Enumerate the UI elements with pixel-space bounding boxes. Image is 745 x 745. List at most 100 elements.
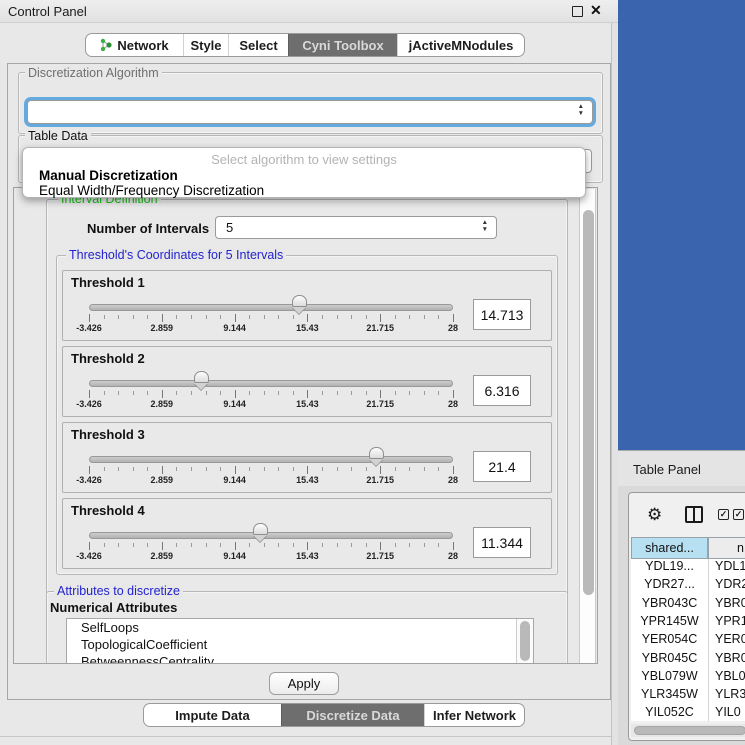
tab-impute-data[interactable]: Impute Data [144, 704, 281, 726]
cell-shared-name: YDL19... [631, 559, 708, 573]
table-row[interactable]: YPR145WYPR1 [631, 614, 745, 632]
panel-splitter[interactable] [611, 23, 618, 745]
slider-track[interactable] [89, 532, 453, 539]
tab-select[interactable]: Select [228, 34, 288, 56]
table-row[interactable]: YDL19...YDL1 [631, 559, 745, 577]
threshold-value-field[interactable]: 21.4 [473, 451, 531, 482]
list-scrollbar-thumb[interactable] [520, 621, 530, 661]
slider-track[interactable] [89, 456, 453, 463]
tick-mark [278, 543, 279, 547]
cyni-toolbox-content: Discretization Algorithm ▲▼ Select algor… [7, 63, 611, 700]
table-data-group-title: Table Data [25, 129, 91, 143]
column-header-name[interactable]: n [708, 537, 745, 559]
threshold-value-field[interactable]: 11.344 [473, 527, 531, 558]
tick-mark [409, 315, 410, 319]
threshold-label: Threshold 2 [71, 351, 145, 366]
tick-label: 9.144 [223, 323, 246, 333]
tick-mark [351, 391, 352, 395]
table-row[interactable]: YBR043CYBR0 [631, 596, 745, 614]
dropdown-option-manual-discretization[interactable]: Manual Discretization [26, 168, 584, 184]
panel-scrollbar-thumb[interactable] [583, 210, 594, 595]
threshold-value-field[interactable]: 6.316 [473, 375, 531, 406]
tab-network[interactable]: Network [86, 34, 183, 56]
table-row[interactable]: YBR045CYBR0 [631, 651, 745, 669]
cell-name: YIL0 [715, 705, 741, 719]
tick-mark [133, 391, 134, 395]
slider-thumb[interactable] [194, 371, 209, 383]
float-window-icon[interactable] [572, 6, 583, 17]
horizontal-scrollbar[interactable] [631, 724, 745, 737]
tick-label: 21.715 [366, 323, 394, 333]
list-item-selfloops[interactable]: SelfLoops [67, 619, 533, 636]
tick-mark [395, 315, 396, 319]
tick-mark [147, 315, 148, 319]
slider-thumb[interactable] [253, 523, 268, 535]
slider-thumb[interactable] [369, 447, 384, 459]
tick-mark [264, 543, 265, 547]
tick-mark [176, 543, 177, 547]
tick-label: 2.859 [151, 399, 174, 409]
tick-mark [264, 467, 265, 471]
combo-stepper-icon[interactable]: ▲▼ [578, 103, 584, 118]
tick-mark [307, 390, 308, 398]
network-window-frame [618, 0, 745, 450]
tick-label: 15.43 [296, 551, 319, 561]
tick-mark [176, 315, 177, 319]
tick-mark [206, 315, 207, 319]
tick-mark [89, 542, 90, 550]
tick-mark [453, 542, 454, 550]
tab-cyni-toolbox[interactable]: Cyni Toolbox [288, 34, 397, 56]
tick-mark [438, 467, 439, 471]
dropdown-option-equal-width-frequency[interactable]: Equal Width/Frequency Discretization [26, 183, 584, 199]
apply-button[interactable]: Apply [269, 672, 339, 695]
tick-mark [424, 543, 425, 547]
numerical-attributes-list[interactable]: SelfLoopsTopologicalCoefficientBetweenne… [66, 618, 534, 664]
close-icon[interactable]: ✕ [590, 2, 602, 19]
threshold-panel-1: Threshold 1-3.4262.8599.14415.4321.71528… [62, 270, 552, 341]
table-row[interactable]: YBL079WYBL0 [631, 669, 745, 687]
control-panel: Control Panel ✕ NetworkStyleSelectCyni T… [0, 0, 618, 745]
tab-style[interactable]: Style [183, 34, 228, 56]
list-item-betweennesscentrality[interactable]: BetweennessCentrality [67, 653, 533, 664]
tick-mark [293, 543, 294, 547]
tab-label: Style [190, 38, 221, 53]
number-of-intervals-value: 5 [226, 220, 233, 235]
tick-mark [249, 543, 250, 547]
tick-mark [104, 467, 105, 471]
list-item-topologicalcoefficient[interactable]: TopologicalCoefficient [67, 636, 533, 653]
tick-mark [206, 391, 207, 395]
tick-mark [409, 543, 410, 547]
slider-track[interactable] [89, 304, 453, 311]
column-header-shared-name[interactable]: shared... [631, 537, 708, 559]
tick-label: 9.144 [223, 475, 246, 485]
checkbox-icon[interactable]: ✓ [733, 509, 744, 520]
number-of-intervals-combobox[interactable]: 5 ▲▼ [215, 216, 497, 239]
table-row[interactable]: YLR345WYLR3 [631, 687, 745, 705]
slider-track[interactable] [89, 380, 453, 387]
tick-label: 2.859 [151, 323, 174, 333]
tick-mark [380, 542, 381, 550]
tick-mark [191, 315, 192, 319]
tab-jactivemnodules[interactable]: jActiveMNodules [397, 34, 524, 56]
slider-thumb[interactable] [292, 295, 307, 307]
threshold-value-field[interactable]: 14.713 [473, 299, 531, 330]
checkbox-icon[interactable]: ✓ [718, 509, 729, 520]
tick-mark [380, 390, 381, 398]
cell-name: YBR0 [715, 596, 745, 610]
list-scrollbar[interactable] [516, 619, 533, 663]
panel-scrollbar[interactable] [579, 189, 596, 664]
table-row[interactable]: YDR27...YDR2 [631, 577, 745, 595]
table-row[interactable]: YER054CYER0 [631, 632, 745, 650]
tab-discretize-data[interactable]: Discretize Data [281, 704, 424, 726]
tick-mark [118, 467, 119, 471]
gear-icon[interactable]: ⚙ [647, 505, 662, 525]
combo-stepper-icon[interactable]: ▲▼ [482, 219, 488, 234]
node-table: ⚙ ✓ ✓ shared... n YDL19...YDL1YDR27...YD… [628, 492, 745, 741]
split-view-icon[interactable] [685, 506, 703, 523]
cell-shared-name: YER054C [631, 632, 708, 646]
thresholds-group-title: Threshold's Coordinates for 5 Intervals [66, 248, 286, 262]
tab-infer-network[interactable]: Infer Network [424, 704, 524, 726]
horizontal-scrollbar-thumb[interactable] [634, 726, 745, 735]
table-row[interactable]: YIL052CYIL0 [631, 705, 745, 721]
algorithm-combobox[interactable]: ▲▼ [27, 100, 593, 124]
